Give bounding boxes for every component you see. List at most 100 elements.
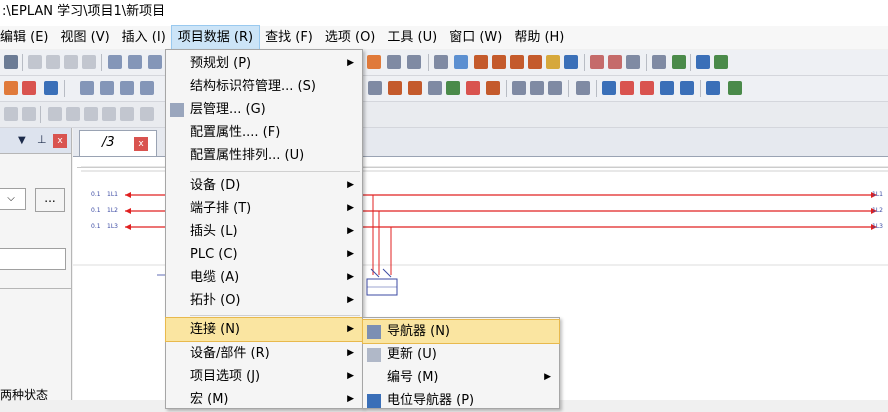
fit-icon[interactable] <box>84 107 98 121</box>
menu-window[interactable]: 窗口 (W) <box>443 26 508 49</box>
menu-item-terminal-strips[interactable]: 端子排 (T) ▶ <box>166 197 362 220</box>
filter-dropdown[interactable]: ⌵ <box>0 188 26 210</box>
menu-item-devices-parts[interactable]: 设备/部件 (R) ▶ <box>166 342 362 365</box>
angle-icon[interactable] <box>680 81 694 95</box>
document-icon[interactable] <box>148 55 162 69</box>
center-icon[interactable] <box>672 55 686 69</box>
menu-item-preplanning[interactable]: 预规划 (P) ▶ <box>166 52 362 75</box>
submenu-arrow-icon: ▶ <box>347 180 354 190</box>
list-icon[interactable] <box>626 55 640 69</box>
panel-header: ▼ ⊥ x <box>0 128 71 154</box>
arrow-connect-icon[interactable] <box>728 81 742 95</box>
tee-icon[interactable] <box>620 81 634 95</box>
terminal-icon[interactable] <box>367 55 381 69</box>
redo-icon[interactable] <box>64 55 78 69</box>
cross-icon[interactable] <box>640 81 654 95</box>
wire-ref-label: 0.1 <box>91 223 101 230</box>
panel-menu-arrow-icon[interactable]: ▼ <box>18 135 26 146</box>
hash-icon[interactable] <box>474 55 488 69</box>
menu-item-connections[interactable]: 连接 (N) ▶ <box>165 317 363 342</box>
new-page-icon[interactable] <box>120 81 134 95</box>
menu-item-plugs[interactable]: 插头 (L) ▶ <box>166 220 362 243</box>
pan-icon[interactable] <box>66 107 80 121</box>
flag-icon[interactable] <box>44 81 58 95</box>
eraser-icon[interactable] <box>4 55 18 69</box>
image-icon[interactable] <box>546 55 560 69</box>
menu-item-project-options[interactable]: 项目选项 (J) ▶ <box>166 365 362 388</box>
menu-item-layer-management[interactable]: 层管理... (G) <box>166 98 362 121</box>
arc-icon[interactable] <box>492 55 506 69</box>
menu-item-potential-navigator[interactable]: 电位导航器 (P) <box>363 389 559 412</box>
menu-item-property-arrangement[interactable]: 配置属性排列... (U) <box>166 144 362 167</box>
device-icon[interactable] <box>368 81 382 95</box>
menu-item-plc[interactable]: PLC (C) ▶ <box>166 243 362 266</box>
menu-item-topology[interactable]: 拓扑 (O) ▶ <box>166 289 362 312</box>
grid-icon[interactable] <box>434 55 448 69</box>
potential-icon[interactable] <box>466 81 480 95</box>
refresh-icon[interactable] <box>140 107 154 121</box>
window-icon[interactable] <box>128 55 142 69</box>
undo-list-icon[interactable] <box>46 55 60 69</box>
zoom-out-icon[interactable] <box>102 107 116 121</box>
submenu-arrow-icon: ▶ <box>347 295 354 305</box>
percent-icon[interactable] <box>446 81 460 95</box>
menu-item-configure-properties[interactable]: 配置属性.... (F) <box>166 121 362 144</box>
zoom-in-icon[interactable] <box>120 107 134 121</box>
snap-icon[interactable] <box>454 55 468 69</box>
connection-icon[interactable] <box>4 81 18 95</box>
structure-box-icon[interactable] <box>512 81 526 95</box>
menu-edit[interactable]: 编辑 (E) <box>0 26 55 49</box>
copy-page-icon[interactable] <box>80 81 94 95</box>
symbol-icon[interactable] <box>528 55 542 69</box>
menu-options[interactable]: 选项 (O) <box>319 26 382 49</box>
menu-item-numbering[interactable]: 编号 (M) ▶ <box>363 366 559 389</box>
busbar-icon[interactable] <box>576 81 590 95</box>
plug-icon[interactable] <box>408 81 422 95</box>
menu-item-update[interactable]: 更新 (U) <box>363 343 559 366</box>
toolbar-standard <box>0 50 888 76</box>
move-icon[interactable] <box>22 107 36 121</box>
cable-icon[interactable] <box>387 55 401 69</box>
menu-item-cables[interactable]: 电缆 (A) ▶ <box>166 266 362 289</box>
menu-view[interactable]: 视图 (V) <box>55 26 116 49</box>
cart-icon[interactable] <box>696 55 710 69</box>
zoom-icon[interactable] <box>48 107 62 121</box>
select-icon[interactable] <box>4 107 18 121</box>
more-button[interactable]: ... <box>35 188 65 212</box>
corner-icon[interactable] <box>602 81 616 95</box>
report-icon[interactable] <box>608 55 622 69</box>
terminal-bridge-icon[interactable] <box>706 81 720 95</box>
interrupt-icon[interactable] <box>486 81 500 95</box>
connector-icon[interactable] <box>407 55 421 69</box>
jump-icon[interactable] <box>22 81 36 95</box>
menu-item-navigator[interactable]: 导航器 (N) <box>362 319 560 344</box>
menu-tools[interactable]: 工具 (U) <box>381 26 443 49</box>
menu-insert[interactable]: 插入 (I) <box>116 26 172 49</box>
plc-icon[interactable] <box>388 81 402 95</box>
black-box-icon[interactable] <box>428 81 442 95</box>
menu-help[interactable]: 帮助 (H) <box>508 26 570 49</box>
undo-icon[interactable] <box>28 55 42 69</box>
line-icon[interactable] <box>548 81 562 95</box>
bracket-icon[interactable] <box>714 55 728 69</box>
menu-project-data[interactable]: 项目数据 (R) <box>170 25 261 50</box>
filter-field[interactable] <box>0 248 66 270</box>
panel-close-button[interactable]: x <box>53 134 67 148</box>
pin-icon[interactable]: ⊥ <box>37 133 47 146</box>
menu-item-structure-identifier[interactable]: 结构标识符管理... (S) <box>166 75 362 98</box>
page-list-icon[interactable] <box>140 81 154 95</box>
text-icon[interactable] <box>510 55 524 69</box>
frame-icon[interactable] <box>564 55 578 69</box>
tab-close-button[interactable]: x <box>134 137 148 151</box>
menu-find[interactable]: 查找 (F) <box>259 26 319 49</box>
table-icon[interactable] <box>590 55 604 69</box>
page-props-icon[interactable] <box>100 81 114 95</box>
page-icon[interactable] <box>108 55 122 69</box>
pin-icon[interactable] <box>652 55 666 69</box>
page-tree[interactable] <box>0 288 71 400</box>
hatch-icon[interactable] <box>530 81 544 95</box>
redo-list-icon[interactable] <box>82 55 96 69</box>
break-icon[interactable] <box>660 81 674 95</box>
menu-item-devices[interactable]: 设备 (D) ▶ <box>166 174 362 197</box>
tab-page-3[interactable]: /3 x <box>79 130 157 156</box>
